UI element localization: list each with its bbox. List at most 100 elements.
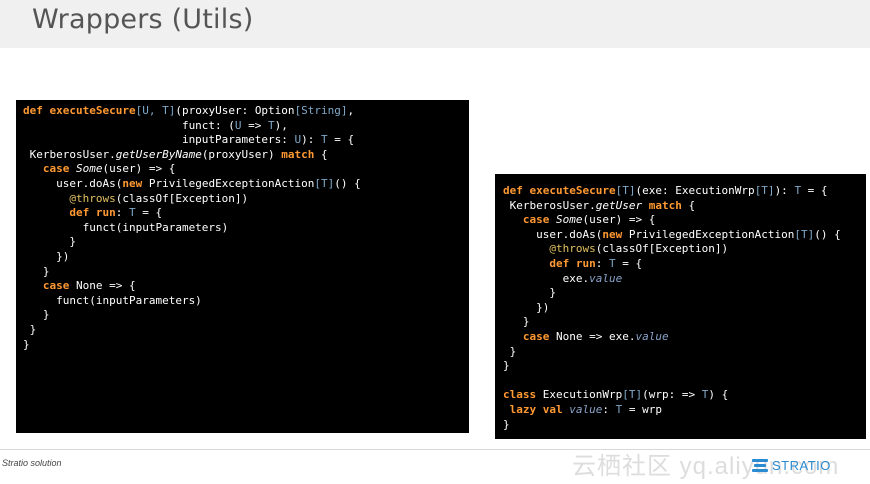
code-token: value [635,329,669,343]
code-token: = { [801,184,828,197]
code-token: (user) => { [582,213,656,227]
code-token: }) [23,249,70,263]
code-token: U [234,118,242,132]
code-right-line: lazy val value: T = wrp [503,403,866,418]
code-token: class [503,388,537,402]
code-token: : [595,256,609,270]
code-token: value [569,402,603,416]
code-token: [T] [622,388,643,402]
code-token: [U, T] [135,104,176,117]
code-token: } [23,264,50,278]
code-left-line: inputParameters: U): T = { [23,133,469,148]
code-token: None => { [69,279,136,293]
code-token: (classOf[Exception]) [115,191,249,205]
code-token: match [281,147,315,161]
code-left-line: def run: T = { [23,206,469,221]
code-token: PrivilegedExceptionAction [622,227,795,241]
code-right-line: } [503,286,866,301]
code-right-line: }) [503,301,866,316]
code-token: ): [301,133,322,147]
code-token: } [23,322,37,336]
code-token: executeSecure [529,184,616,197]
code-left-line: KerberosUser.getUserByName(proxyUser) ma… [23,148,469,163]
code-token: run [95,206,116,220]
code-token: = { [135,206,163,220]
code-right-line: def executeSecure[T](exe: ExecutionWrp[T… [503,184,866,199]
logo-text: STRATIO [772,458,831,473]
code-token: case [42,279,70,293]
code-token: new [122,176,143,190]
code-token: T [321,133,328,147]
code-token: (proxyUser: Option [175,104,295,117]
code-token: value [589,271,623,285]
code-token: } [23,235,76,249]
code-left-line: } [23,308,469,323]
code-token: [T] [794,227,815,241]
code-token: } [23,337,30,351]
code-token: [T] [615,184,636,197]
code-token: PrivilegedExceptionAction [142,176,315,190]
code-left-line: case Some(user) => { [23,162,469,177]
stratio-logo-icon [752,458,768,473]
code-right-line: user.doAs(new PrivilegedExceptionAction[… [503,228,866,243]
code-left-line: } [23,235,469,250]
code-token: (wrp: => [642,388,702,402]
code-token: None => exe. [549,329,636,343]
code-left-line: } [23,265,469,280]
stratio-logo: STRATIO [752,458,831,473]
code-token: @throws [549,242,596,256]
code-right-line: } [503,345,866,360]
code-token: } [503,344,517,358]
code-token: : [602,402,616,416]
code-token: => [241,118,269,132]
code-token: (proxyUser) [201,147,282,161]
code-token: : [115,206,129,220]
code-token: match [648,198,682,212]
code-token: funct(inputParameters) [23,293,202,307]
code-token: executeSecure [49,104,136,117]
code-token: ) { [708,388,729,402]
code-token: funct: ( [23,118,235,132]
code-right-line: KerberosUser.getUser match { [503,199,866,214]
code-token: ExecutionWrp [536,388,623,402]
code-token: new [602,227,623,241]
code-token: funct(inputParameters) [23,220,229,234]
code-token: T [128,206,136,220]
code-token: lazy [509,402,537,416]
code-token: getUser [595,198,643,212]
code-right-line: class ExecutionWrp[T](wrp: => T) { [503,388,866,403]
code-left-line: case None => { [23,279,469,294]
code-left-line: user.doAs(new PrivilegedExceptionAction[… [23,177,469,192]
code-left-line: funct(inputParameters) [23,221,469,236]
code-token: }) [503,300,550,314]
code-token: } [23,308,50,322]
code-token: ): [774,184,795,197]
code-token: def [503,184,530,197]
slide-title: Wrappers (Utils) [32,4,254,35]
code-right-line [503,374,866,389]
code-token: } [503,359,510,373]
code-token: user.doAs( [503,227,603,241]
code-token: [String] [294,104,348,117]
code-token: (classOf[Exception]) [595,242,729,256]
code-token: = wrp [622,402,662,416]
code-token: KerberosUser. [23,147,116,161]
code-token: } [503,286,556,300]
code-token: = { [327,133,355,147]
code-left-line: funct: (U => T), [23,119,469,134]
code-token: = { [615,256,643,270]
code-token: , [347,104,355,117]
code-token: { [314,147,328,161]
footer-label: Stratio solution [2,458,62,468]
code-token: KerberosUser. [503,198,596,212]
code-token: def [69,206,90,220]
code-right-line: } [503,359,866,374]
